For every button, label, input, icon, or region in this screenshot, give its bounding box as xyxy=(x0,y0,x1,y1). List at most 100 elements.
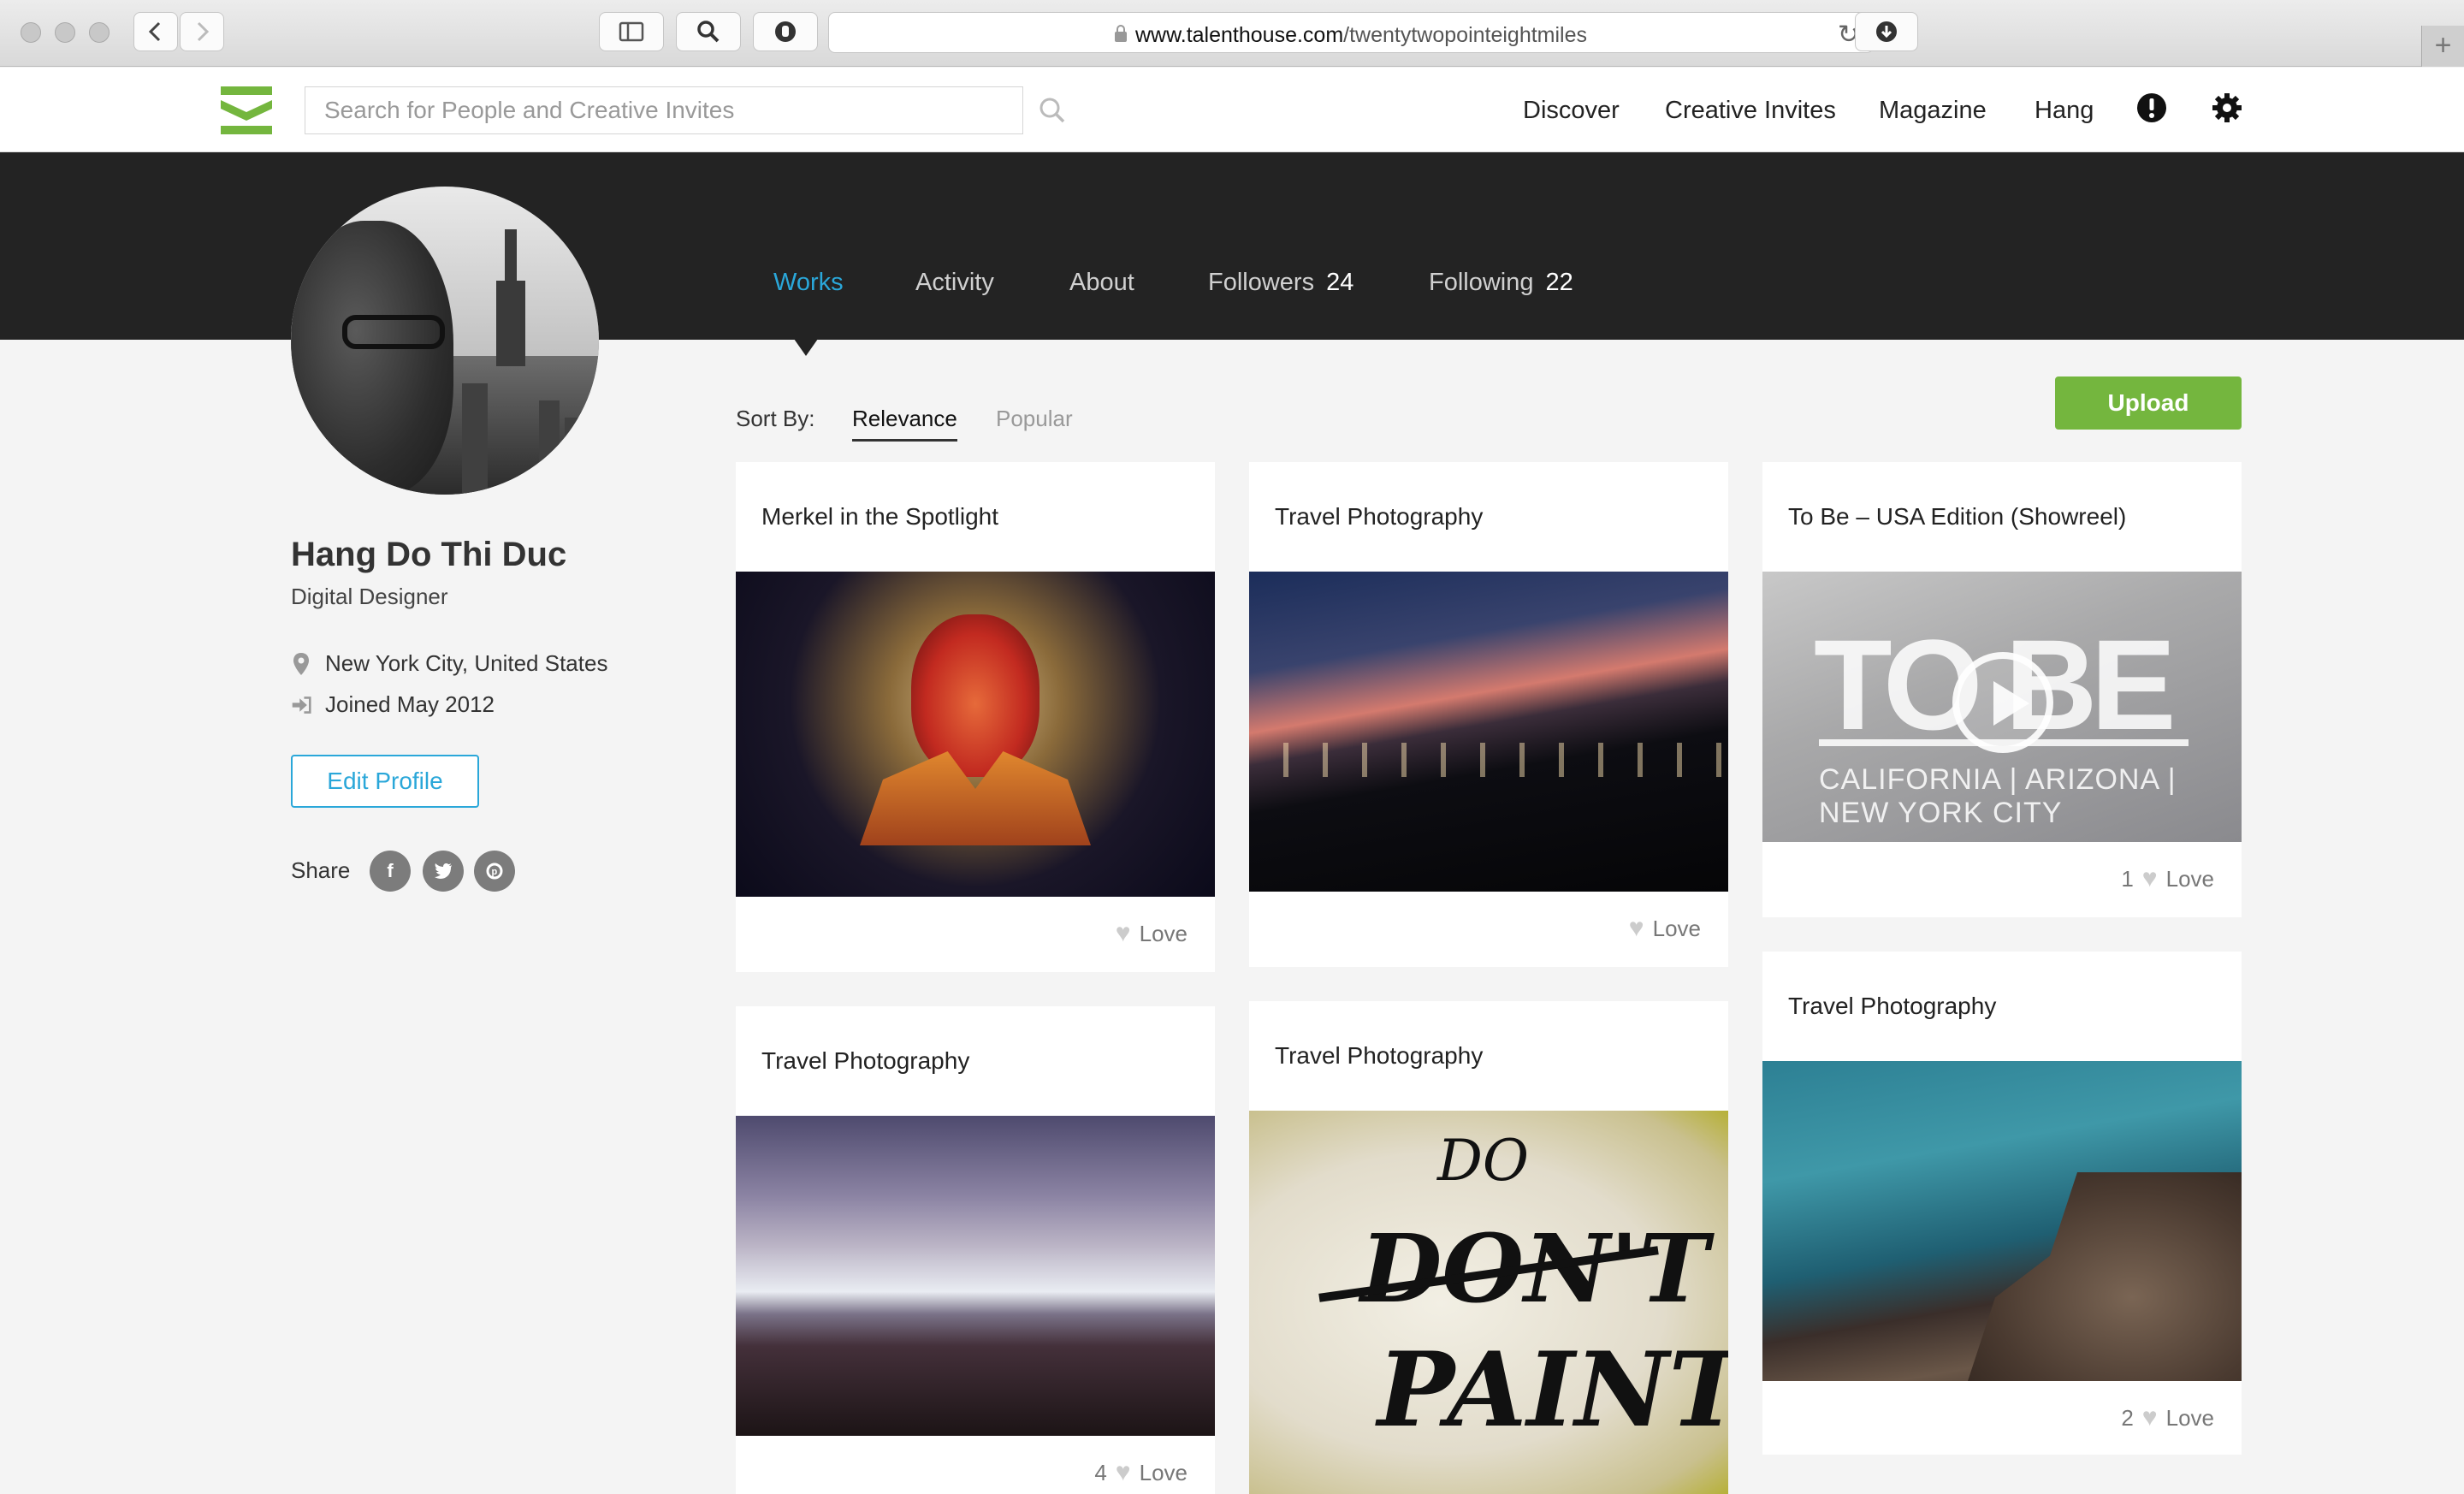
work-card[interactable]: Travel Photography 2 ♥ Love xyxy=(1762,952,2242,1455)
work-card-title[interactable]: Merkel in the Spotlight xyxy=(761,503,998,531)
active-tab-indicator xyxy=(794,339,818,356)
heart-icon: ♥ xyxy=(1115,1458,1131,1486)
tab-following-label: Following xyxy=(1429,269,1534,296)
work-card-title[interactable]: Travel Photography xyxy=(761,1047,969,1075)
profile-location: New York City, United States xyxy=(291,650,607,677)
facebook-icon[interactable]: f xyxy=(370,851,411,892)
downloads-button[interactable] xyxy=(1855,12,1918,51)
new-tab-button[interactable]: + xyxy=(2421,26,2464,67)
work-card-image[interactable] xyxy=(1249,572,1728,892)
nav-discover[interactable]: Discover xyxy=(1523,97,1620,125)
love-button[interactable]: ♥ Love xyxy=(1620,914,1701,943)
magnifier-icon xyxy=(697,21,720,43)
profile-joined: Joined May 2012 xyxy=(291,691,495,718)
tab-followers-label: Followers xyxy=(1208,269,1315,296)
work-card[interactable]: Travel Photography 4 ♥ Love xyxy=(736,1006,1215,1494)
edit-profile-button[interactable]: Edit Profile xyxy=(291,755,479,808)
address-bar[interactable]: www.talenthouse.com/twentytwopointeightm… xyxy=(828,12,1874,53)
chevron-left-icon xyxy=(148,21,161,42)
love-label: Love xyxy=(2165,1404,2214,1431)
play-icon[interactable] xyxy=(1952,652,2053,753)
work-card-image[interactable]: DO DON'T PAINT xyxy=(1249,1111,1728,1494)
sign-in-icon xyxy=(291,695,311,715)
search-toolbar-button[interactable] xyxy=(676,12,741,51)
graffiti-text: PAINT xyxy=(1377,1330,1728,1450)
love-count: 2 xyxy=(2121,1404,2134,1431)
svg-text:p: p xyxy=(492,867,498,877)
lock-icon xyxy=(1114,25,1127,42)
twitter-icon[interactable] xyxy=(423,851,464,892)
tab-followers[interactable]: Followers 24 xyxy=(1208,269,1353,297)
love-label: Love xyxy=(1139,1459,1188,1485)
love-count: 4 xyxy=(1094,1459,1107,1485)
profile-location-text: New York City, United States xyxy=(325,650,608,676)
nav-magazine[interactable]: Magazine xyxy=(1879,97,1987,125)
love-label: Love xyxy=(1652,915,1701,941)
sort-label: Sort By: xyxy=(736,406,815,431)
love-label: Love xyxy=(1139,920,1188,946)
download-icon xyxy=(1876,21,1897,42)
nav-hang[interactable]: Hang xyxy=(2035,97,2094,125)
work-card[interactable]: Travel Photography DO DON'T PAINT xyxy=(1249,1001,1728,1494)
gear-icon[interactable] xyxy=(2211,92,2243,124)
heart-icon: ♥ xyxy=(1115,919,1131,947)
hand-icon xyxy=(775,21,796,42)
sort-popular[interactable]: Popular xyxy=(996,406,1073,432)
following-count: 22 xyxy=(1545,269,1573,296)
url-domain: www.talenthouse.com xyxy=(1134,23,1344,47)
work-card[interactable]: To Be – USA Edition (Showreel) TO BE CAL… xyxy=(1762,462,2242,917)
pinterest-icon[interactable]: p xyxy=(474,851,515,892)
close-window-button[interactable] xyxy=(21,22,41,43)
browser-toolbar: www.talenthouse.com/twentytwopointeightm… xyxy=(0,0,2464,67)
avatar xyxy=(291,187,599,495)
address-text: www.talenthouse.com/twentytwopointeightm… xyxy=(829,23,1873,48)
work-card[interactable]: Merkel in the Spotlight ♥ Love xyxy=(736,462,1215,972)
work-card-video[interactable]: TO BE CALIFORNIA | ARIZONA | NEW YORK CI… xyxy=(1762,572,2242,842)
video-subtitle-text: CALIFORNIA | ARIZONA | NEW YORK CITY xyxy=(1819,763,2177,829)
forward-button[interactable] xyxy=(180,12,224,51)
notifications-icon[interactable] xyxy=(2135,92,2168,124)
work-card[interactable]: Travel Photography ♥ Love xyxy=(1249,462,1728,967)
profile-title: Digital Designer xyxy=(291,584,448,609)
talenthouse-logo-icon[interactable] xyxy=(221,86,272,134)
love-label: Love xyxy=(2165,865,2214,892)
work-card-title[interactable]: Travel Photography xyxy=(1788,993,1996,1020)
heart-icon: ♥ xyxy=(2141,864,2158,892)
back-button[interactable] xyxy=(133,12,178,51)
love-button[interactable]: ♥ Love xyxy=(1107,919,1188,948)
site-header: Discover Creative Invites Magazine Hang xyxy=(0,68,2464,152)
heart-icon: ♥ xyxy=(1628,914,1644,942)
love-button[interactable]: 4 ♥ Love xyxy=(1094,1458,1188,1487)
map-pin-icon xyxy=(291,652,311,676)
work-card-title[interactable]: Travel Photography xyxy=(1275,1042,1483,1070)
url-path: /twentytwopointeightmiles xyxy=(1343,23,1588,47)
work-card-title[interactable]: To Be – USA Edition (Showreel) xyxy=(1788,503,2126,531)
love-count: 1 xyxy=(2121,865,2134,892)
extension-button[interactable] xyxy=(753,12,818,51)
love-button[interactable]: 1 ♥ Love xyxy=(2121,864,2214,893)
tab-works[interactable]: Works xyxy=(773,269,844,297)
tab-activity[interactable]: Activity xyxy=(915,269,994,297)
heart-icon: ♥ xyxy=(2141,1403,2158,1432)
chevron-right-icon xyxy=(197,21,210,42)
zoom-window-button[interactable] xyxy=(89,22,110,43)
love-button[interactable]: 2 ♥ Love xyxy=(2121,1403,2214,1432)
search-icon[interactable] xyxy=(1039,97,1066,124)
work-card-image[interactable] xyxy=(736,1116,1215,1436)
sidebar-icon xyxy=(619,21,644,42)
work-card-image[interactable] xyxy=(1762,1061,2242,1381)
search-input[interactable] xyxy=(305,86,1023,134)
work-card-image[interactable] xyxy=(736,572,1215,897)
sort-relevance[interactable]: Relevance xyxy=(852,406,957,442)
tab-about[interactable]: About xyxy=(1069,269,1134,297)
tab-following[interactable]: Following 22 xyxy=(1429,269,1573,297)
upload-button[interactable]: Upload xyxy=(2055,376,2242,430)
sidebar-button[interactable] xyxy=(599,12,664,51)
share-label: Share xyxy=(291,857,351,883)
profile-name: Hang Do Thi Duc xyxy=(291,536,567,573)
minimize-window-button[interactable] xyxy=(55,22,75,43)
graffiti-text: DO xyxy=(1437,1128,1530,1194)
nav-creative-invites[interactable]: Creative Invites xyxy=(1665,97,1836,125)
followers-count: 24 xyxy=(1326,269,1354,296)
work-card-title[interactable]: Travel Photography xyxy=(1275,503,1483,531)
